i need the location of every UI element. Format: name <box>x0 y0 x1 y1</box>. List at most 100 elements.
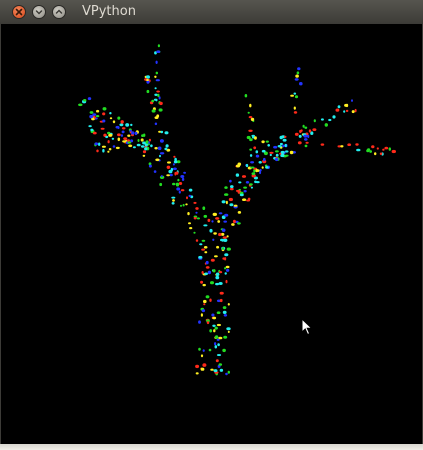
particle-dot <box>344 103 348 107</box>
particle-dot <box>198 347 201 351</box>
particle-dot <box>249 183 253 186</box>
particle-dot <box>227 370 230 374</box>
particle-dot <box>215 282 220 286</box>
particle-dot <box>109 112 112 115</box>
particle-dot <box>154 122 158 126</box>
particle-dot <box>115 146 120 150</box>
particle-dot <box>245 163 249 168</box>
particle-dot <box>242 198 247 201</box>
particle-dot <box>211 313 215 317</box>
particle-dot <box>269 151 274 154</box>
particle-dot <box>246 199 251 202</box>
particle-dot <box>225 268 230 272</box>
particle-dot <box>167 161 171 164</box>
particle-dot <box>102 119 106 123</box>
particle-dot <box>226 235 229 238</box>
particle-dot <box>295 74 299 78</box>
particle-dot <box>180 204 182 207</box>
particle-dot <box>126 139 130 142</box>
particle-dot <box>225 372 228 376</box>
particle-dot <box>379 152 383 155</box>
particle-dot <box>216 323 221 327</box>
particle-dot <box>249 148 253 151</box>
particle-dot <box>93 116 96 119</box>
particle-dot <box>182 203 185 207</box>
window-bottom-border <box>0 444 423 450</box>
particle-dot <box>222 306 227 310</box>
particle-dot <box>218 232 222 237</box>
particle-dot <box>94 142 99 146</box>
particle-dot <box>150 144 153 148</box>
particle-dot <box>193 231 196 234</box>
particle-dot <box>146 89 150 94</box>
particle-dot <box>237 222 241 225</box>
particle-dot <box>220 238 224 242</box>
particle-dot <box>209 329 213 333</box>
particle-dot <box>221 200 226 204</box>
particle-dot <box>248 116 253 119</box>
particle-dot <box>174 157 177 162</box>
particle-dot <box>215 272 220 276</box>
particle-dot <box>320 143 325 146</box>
particle-dot <box>218 271 223 274</box>
particle-dot <box>142 154 146 157</box>
particle-dot <box>261 166 264 169</box>
particle-dot <box>148 138 151 142</box>
particle-dot <box>92 131 97 135</box>
particle-dot <box>203 303 206 306</box>
particle-dot <box>304 138 308 141</box>
particle-dot <box>224 213 229 217</box>
particle-dot <box>253 136 257 140</box>
particle-dot <box>297 67 301 71</box>
particle-dot <box>229 187 234 191</box>
particle-dot <box>324 123 328 127</box>
particle-dot <box>159 154 161 158</box>
particle-dot <box>269 153 272 157</box>
particle-dot <box>245 181 250 184</box>
close-button[interactable] <box>12 5 26 19</box>
particle-dot <box>221 247 225 250</box>
particle-dot <box>356 148 361 152</box>
particle-dot <box>201 239 206 242</box>
particle-dot <box>300 129 303 132</box>
particle-dot <box>308 129 312 133</box>
vpython-canvas[interactable] <box>0 24 423 444</box>
particle-dot <box>224 253 229 257</box>
particle-dot <box>212 212 217 216</box>
particle-dot <box>255 168 258 173</box>
particle-dot <box>171 196 176 199</box>
particle-dot <box>111 137 115 140</box>
maximize-button[interactable] <box>52 5 66 19</box>
particle-dot <box>229 203 234 207</box>
particle-dot <box>83 99 87 102</box>
particle-dot <box>223 220 227 223</box>
particle-dot <box>226 327 231 331</box>
particle-dot <box>216 311 221 315</box>
particle-dot <box>222 310 227 314</box>
particle-dot <box>172 163 175 166</box>
particle-dot <box>201 309 206 313</box>
particle-dot <box>134 131 138 136</box>
particle-dot <box>148 164 152 168</box>
particle-dot <box>219 368 224 372</box>
window-title: VPython <box>82 4 136 19</box>
particle-dot <box>343 110 346 113</box>
particle-dot <box>178 182 183 185</box>
particle-dot <box>345 109 349 112</box>
particle-dot <box>87 97 92 101</box>
minimize-button[interactable] <box>32 5 46 19</box>
particle-dot <box>217 220 221 223</box>
particle-dot <box>137 139 140 142</box>
particle-dot <box>188 222 191 225</box>
particle-dot <box>198 255 203 259</box>
minimize-icon <box>35 10 43 15</box>
titlebar[interactable]: VPython <box>0 0 423 25</box>
particle-dot <box>160 175 163 178</box>
particle-dot <box>213 232 217 235</box>
particle-dot <box>199 243 203 246</box>
particle-dot <box>175 182 180 186</box>
particle-dot <box>108 133 113 137</box>
particle-dot <box>247 111 250 114</box>
particle-dot <box>237 211 242 214</box>
particle-dot <box>209 298 212 302</box>
